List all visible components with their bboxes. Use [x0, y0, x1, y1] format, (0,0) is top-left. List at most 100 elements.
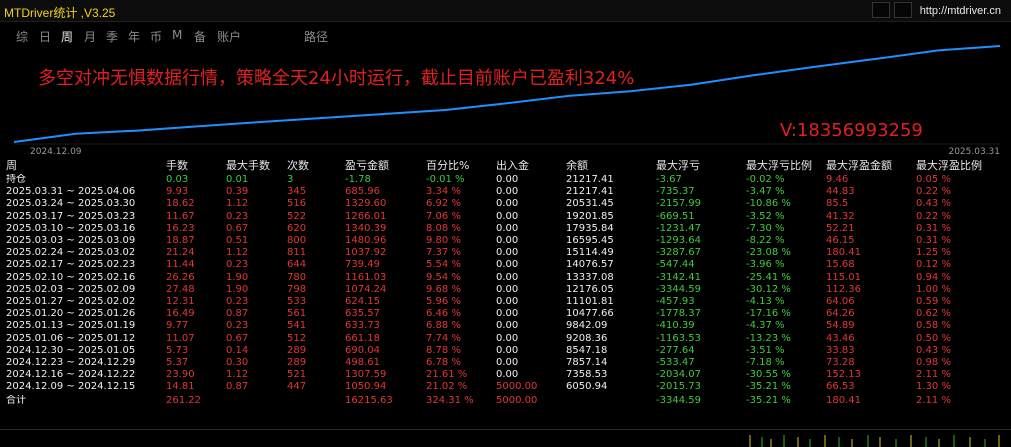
cell-flow: 0.00 [496, 198, 519, 210]
cell-balance: 16595.45 [566, 235, 614, 247]
cell-balance: 6050.94 [566, 381, 608, 393]
cell-pct: 8.08 % [426, 222, 461, 234]
cell-count: 289 [287, 357, 307, 369]
position-lots: 0.03 [166, 174, 189, 186]
cell-max-profit-pct: 0.31 % [916, 222, 951, 234]
total-max-loss: -3344.59 [656, 394, 701, 406]
header-count: 次数 [287, 160, 309, 172]
cell-max-loss: -1778.37 [656, 308, 701, 320]
table-row: 2025.02.03 ~ 2025.02.09 27.48 1.90 798 1074.… [0, 284, 1011, 296]
chart-end-label: 2025.03.31 [948, 147, 1000, 157]
cell-count: 644 [287, 259, 307, 271]
cell-balance: 7857.14 [566, 357, 608, 369]
cell-max-profit-pct: 0.98 % [916, 357, 951, 369]
table-row: 2024.12.16 ~ 2024.12.22 23.90 1.12 521 1307.… [0, 369, 1011, 381]
cell-max-loss: -3287.67 [656, 247, 701, 259]
cell-max-profit-pct: 0.22 % [916, 210, 951, 222]
cell-max-profit: 115.01 [826, 271, 861, 283]
cell-max-profit: 46.15 [826, 235, 855, 247]
chart-start-label: 2024.12.09 [30, 147, 82, 157]
cell-pct: 6.46 % [426, 308, 461, 320]
table-row: 2025.02.24 ~ 2025.03.02 21.24 1.12 811 1037.… [0, 247, 1011, 259]
total-pnl: 16215.63 [345, 394, 393, 406]
tab-7[interactable]: M [172, 28, 182, 42]
cell-max-loss: -410.39 [656, 320, 695, 332]
cell-pnl: 498.61 [345, 357, 380, 369]
cell-pnl: 739.49 [345, 259, 380, 271]
table-row: 2025.01.27 ~ 2025.02.02 12.31 0.23 533 624.1… [0, 296, 1011, 308]
table-row: 2025.03.31 ~ 2025.04.06 9.93 0.39 345 685.96… [0, 186, 1011, 198]
cell-pct: 6.78 % [426, 357, 461, 369]
cell-max-loss-pct: -3.47 % [746, 186, 785, 198]
maximize-button[interactable] [894, 2, 912, 18]
table-row: 2025.03.03 ~ 2025.03.09 18.87 0.51 800 1480.… [0, 235, 1011, 247]
cell-max-lots: 0.87 [226, 308, 249, 320]
cell-lots: 14.81 [166, 381, 195, 393]
position-label: 持仓 [6, 174, 26, 186]
cell-lots: 9.77 [166, 320, 189, 332]
cell-flow: 0.00 [496, 283, 519, 295]
cell-max-profit-pct: 0.50 % [916, 332, 951, 344]
cell-max-lots: 0.51 [226, 235, 249, 247]
cell-pct: 7.37 % [426, 247, 461, 259]
website-link[interactable]: http://mtdriver.cn [920, 5, 1001, 17]
cell-max-lots: 0.14 [226, 344, 249, 356]
header-pct: 百分比% [426, 160, 470, 172]
minimize-button[interactable] [872, 2, 890, 18]
cell-lots: 21.24 [166, 247, 195, 259]
cell-max-lots: 0.30 [226, 357, 249, 369]
cell-max-profit: 52.21 [826, 222, 855, 234]
cell-balance: 14076.57 [566, 259, 614, 271]
cell-pct: 21.61 % [426, 369, 468, 381]
position-max-loss-pct: -0.02 % [746, 174, 785, 186]
title-bar: MTDriver统计 ,V3.25 http://mtdriver.cn [0, 0, 1011, 22]
table-row: 2025.01.13 ~ 2025.01.19 9.77 0.23 541 633.73… [0, 320, 1011, 332]
table-row: 2025.03.17 ~ 2025.03.23 11.67 0.23 522 1266.… [0, 211, 1011, 223]
cell-max-loss: -735.37 [656, 186, 695, 198]
cell-balance: 10477.66 [566, 308, 614, 320]
cell-max-profit: 64.06 [826, 296, 855, 308]
cell-period: 2025.02.24 ~ 2025.03.02 [6, 247, 136, 259]
cell-flow: 5000.00 [496, 381, 538, 393]
cell-pct: 9.54 % [426, 271, 461, 283]
cell-pct: 8.78 % [426, 344, 461, 356]
cell-max-loss-pct: -8.22 % [746, 235, 785, 247]
cell-pnl: 635.57 [345, 308, 380, 320]
header-max-profit: 最大浮盈金额 [826, 160, 892, 172]
cell-max-loss-pct: -3.52 % [746, 210, 785, 222]
cell-flow: 0.00 [496, 369, 519, 381]
cell-max-loss-pct: -7.30 % [746, 222, 785, 234]
cell-lots: 11.44 [166, 259, 195, 271]
cell-balance: 7358.53 [566, 369, 608, 381]
cell-max-loss-pct: -3.96 % [746, 259, 785, 271]
cell-max-profit: 54.89 [826, 320, 855, 332]
position-max-profit-pct: 0.05 % [916, 174, 951, 186]
cell-lots: 16.49 [166, 308, 195, 320]
cell-max-profit: 43.46 [826, 332, 855, 344]
position-balance: 21217.41 [566, 174, 614, 186]
cell-count: 800 [287, 235, 307, 247]
header-max-loss-pct: 最大浮亏比例 [746, 160, 812, 172]
cell-max-lots: 0.67 [226, 222, 249, 234]
cell-count: 522 [287, 210, 307, 222]
cell-period: 2024.12.09 ~ 2024.12.15 [6, 381, 136, 393]
cell-max-loss: -1293.64 [656, 235, 701, 247]
cell-flow: 0.00 [496, 259, 519, 271]
cell-count: 780 [287, 271, 307, 283]
cell-pct: 21.02 % [426, 381, 468, 393]
cell-balance: 20531.45 [566, 198, 614, 210]
cell-balance: 9208.36 [566, 332, 608, 344]
cell-max-loss-pct: -10.86 % [746, 198, 791, 210]
header-pnl: 盈亏金额 [345, 160, 389, 172]
table-row: 2025.02.17 ~ 2025.02.23 11.44 0.23 644 739.4… [0, 259, 1011, 271]
cell-flow: 0.00 [496, 186, 519, 198]
cell-pnl: 1266.01 [345, 210, 387, 222]
cell-period: 2024.12.16 ~ 2024.12.22 [6, 369, 136, 381]
cell-max-lots: 0.87 [226, 381, 249, 393]
cell-pct: 6.92 % [426, 198, 461, 210]
cell-flow: 0.00 [496, 344, 519, 356]
cell-count: 521 [287, 369, 307, 381]
cell-pnl: 1480.96 [345, 235, 387, 247]
cell-max-lots: 0.67 [226, 332, 249, 344]
table-row: 2025.01.20 ~ 2025.01.26 16.49 0.87 561 635.5… [0, 308, 1011, 320]
